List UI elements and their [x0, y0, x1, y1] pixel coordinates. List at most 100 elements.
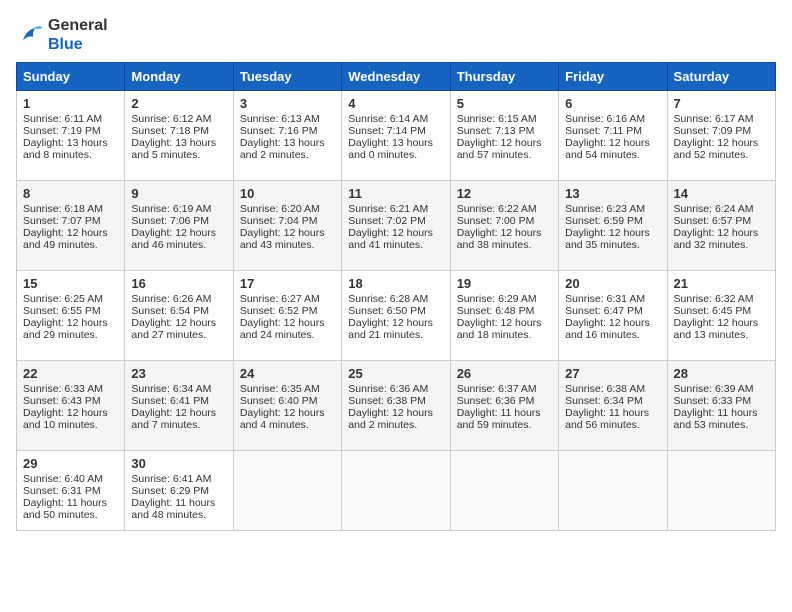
sunrise-text: Sunrise: 6:22 AM: [457, 203, 552, 215]
calendar-cell: 20Sunrise: 6:31 AMSunset: 6:47 PMDayligh…: [559, 271, 667, 361]
sunrise-text: Sunrise: 6:26 AM: [131, 293, 226, 305]
day-number: 5: [457, 96, 552, 111]
weekday-header-saturday: Saturday: [667, 63, 775, 91]
weekday-header-wednesday: Wednesday: [342, 63, 450, 91]
sunset-text: Sunset: 6:38 PM: [348, 395, 443, 407]
daylight-text: Daylight: 12 hours and 46 minutes.: [131, 227, 226, 251]
daylight-text: Daylight: 12 hours and 13 minutes.: [674, 317, 769, 341]
sunset-text: Sunset: 6:55 PM: [23, 305, 118, 317]
daylight-text: Daylight: 11 hours and 53 minutes.: [674, 407, 769, 431]
calendar-cell: 13 Sunrise: 6:23 AMSunset: 6:59 PMDayligh…: [559, 181, 667, 271]
calendar-week-row: 1Sunrise: 6:11 AMSunset: 7:19 PMDaylight…: [17, 91, 776, 181]
sunset-text: Sunset: 6:59 PM: [565, 215, 660, 227]
daylight-text: Daylight: 12 hours and 29 minutes.: [23, 317, 118, 341]
day-number: 15: [23, 276, 118, 291]
sunset-text: Sunset: 6:54 PM: [131, 305, 226, 317]
sunrise-text: Sunrise: 6:39 AM: [674, 383, 769, 395]
sunrise-text: Sunrise: 6:17 AM: [674, 113, 769, 125]
sunrise-text: Sunrise: 6:18 AM: [23, 203, 118, 215]
calendar-cell: 5Sunrise: 6:15 AMSunset: 7:13 PMDaylight…: [450, 91, 558, 181]
sunrise-text: Sunrise: 6:19 AM: [131, 203, 226, 215]
sunrise-text: Sunrise: 6:40 AM: [23, 473, 118, 485]
sunset-text: Sunset: 6:33 PM: [674, 395, 769, 407]
sunrise-text: Sunrise: 6:36 AM: [348, 383, 443, 395]
calendar-cell: 15 Sunrise: 6:25 AMSunset: 6:55 PMDayligh…: [17, 271, 125, 361]
day-number: 3: [240, 96, 335, 111]
sunrise-text: Sunrise: 6:23 AM: [565, 203, 660, 215]
calendar-cell: 27Sunrise: 6:38 AMSunset: 6:34 PMDayligh…: [559, 361, 667, 451]
sunrise-text: Sunrise: 6:32 AM: [674, 293, 769, 305]
sunset-text: Sunset: 6:31 PM: [23, 485, 118, 497]
sunrise-text: Sunrise: 6:38 AM: [565, 383, 660, 395]
sunrise-text: Sunrise: 6:24 AM: [674, 203, 769, 215]
weekday-header-sunday: Sunday: [17, 63, 125, 91]
daylight-text: Daylight: 12 hours and 18 minutes.: [457, 317, 552, 341]
calendar-cell: 21Sunrise: 6:32 AMSunset: 6:45 PMDayligh…: [667, 271, 775, 361]
day-number: 19: [457, 276, 552, 291]
sunrise-text: Sunrise: 6:27 AM: [240, 293, 335, 305]
sunrise-text: Sunrise: 6:21 AM: [348, 203, 443, 215]
calendar-cell: 29Sunrise: 6:40 AMSunset: 6:31 PMDayligh…: [17, 451, 125, 531]
calendar-cell: 9Sunrise: 6:19 AMSunset: 7:06 PMDaylight…: [125, 181, 233, 271]
calendar-cell: 19Sunrise: 6:29 AMSunset: 6:48 PMDayligh…: [450, 271, 558, 361]
calendar-cell: 18Sunrise: 6:28 AMSunset: 6:50 PMDayligh…: [342, 271, 450, 361]
day-number: 18: [348, 276, 443, 291]
day-number: 28: [674, 366, 769, 381]
calendar-cell: 4Sunrise: 6:14 AMSunset: 7:14 PMDaylight…: [342, 91, 450, 181]
daylight-text: Daylight: 12 hours and 7 minutes.: [131, 407, 226, 431]
sunset-text: Sunset: 6:47 PM: [565, 305, 660, 317]
calendar-cell: 6Sunrise: 6:16 AMSunset: 7:11 PMDaylight…: [559, 91, 667, 181]
sunset-text: Sunset: 7:14 PM: [348, 125, 443, 137]
daylight-text: Daylight: 11 hours and 59 minutes.: [457, 407, 552, 431]
sunrise-text: Sunrise: 6:25 AM: [23, 293, 118, 305]
sunrise-text: Sunrise: 6:14 AM: [348, 113, 443, 125]
calendar-cell: [450, 451, 558, 531]
daylight-text: Daylight: 12 hours and 35 minutes.: [565, 227, 660, 251]
sunrise-text: Sunrise: 6:31 AM: [565, 293, 660, 305]
sunset-text: Sunset: 6:52 PM: [240, 305, 335, 317]
daylight-text: Daylight: 12 hours and 43 minutes.: [240, 227, 335, 251]
daylight-text: Daylight: 13 hours and 8 minutes.: [23, 137, 118, 161]
sunset-text: Sunset: 6:34 PM: [565, 395, 660, 407]
calendar-cell: 12Sunrise: 6:22 AMSunset: 7:00 PMDayligh…: [450, 181, 558, 271]
daylight-text: Daylight: 12 hours and 57 minutes.: [457, 137, 552, 161]
calendar-table: SundayMondayTuesdayWednesdayThursdayFrid…: [16, 62, 776, 531]
calendar-cell: 2Sunrise: 6:12 AMSunset: 7:18 PMDaylight…: [125, 91, 233, 181]
calendar-week-row: 8Sunrise: 6:18 AMSunset: 7:07 PMDaylight…: [17, 181, 776, 271]
day-number: 7: [674, 96, 769, 111]
day-number: 13: [565, 186, 660, 201]
sunrise-text: Sunrise: 6:33 AM: [23, 383, 118, 395]
weekday-header-row: SundayMondayTuesdayWednesdayThursdayFrid…: [17, 63, 776, 91]
sunrise-text: Sunrise: 6:13 AM: [240, 113, 335, 125]
sunset-text: Sunset: 7:16 PM: [240, 125, 335, 137]
calendar-week-row: 22Sunrise: 6:33 AMSunset: 6:43 PMDayligh…: [17, 361, 776, 451]
daylight-text: Daylight: 12 hours and 54 minutes.: [565, 137, 660, 161]
calendar-cell: 22Sunrise: 6:33 AMSunset: 6:43 PMDayligh…: [17, 361, 125, 451]
daylight-text: Daylight: 12 hours and 16 minutes.: [565, 317, 660, 341]
day-number: 2: [131, 96, 226, 111]
sunset-text: Sunset: 7:18 PM: [131, 125, 226, 137]
logo: General Blue: [16, 16, 108, 54]
calendar-cell: 14Sunrise: 6:24 AMSunset: 6:57 PMDayligh…: [667, 181, 775, 271]
weekday-header-thursday: Thursday: [450, 63, 558, 91]
calendar-cell: [559, 451, 667, 531]
sunrise-text: Sunrise: 6:41 AM: [131, 473, 226, 485]
sunrise-text: Sunrise: 6:34 AM: [131, 383, 226, 395]
day-number: 26: [457, 366, 552, 381]
daylight-text: Daylight: 11 hours and 48 minutes.: [131, 497, 226, 521]
daylight-text: Daylight: 12 hours and 49 minutes.: [23, 227, 118, 251]
day-number: 22: [23, 366, 118, 381]
calendar-cell: [667, 451, 775, 531]
sunrise-text: Sunrise: 6:11 AM: [23, 113, 118, 125]
day-number: 1: [23, 96, 118, 111]
daylight-text: Daylight: 12 hours and 41 minutes.: [348, 227, 443, 251]
day-number: 14: [674, 186, 769, 201]
sunrise-text: Sunrise: 6:16 AM: [565, 113, 660, 125]
daylight-text: Daylight: 12 hours and 2 minutes.: [348, 407, 443, 431]
day-number: 4: [348, 96, 443, 111]
daylight-text: Daylight: 13 hours and 2 minutes.: [240, 137, 335, 161]
sunset-text: Sunset: 7:19 PM: [23, 125, 118, 137]
sunset-text: Sunset: 6:36 PM: [457, 395, 552, 407]
day-number: 8: [23, 186, 118, 201]
sunset-text: Sunset: 6:50 PM: [348, 305, 443, 317]
